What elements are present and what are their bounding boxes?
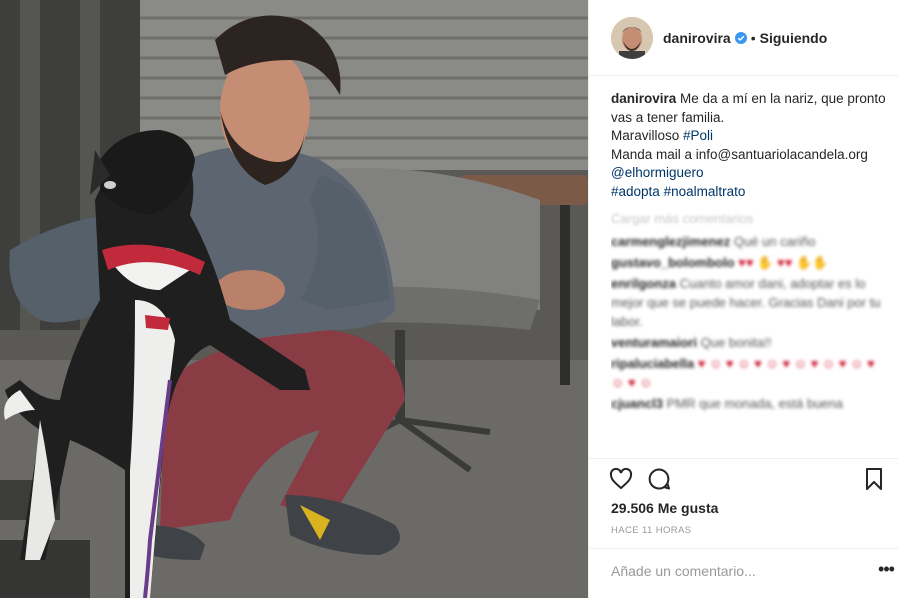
caption-line3: Manda mail a info@santuariolacandela.org xyxy=(611,146,868,162)
post-caption: danirovira Me da a mí en la nariz, que p… xyxy=(611,90,891,201)
caption-username[interactable]: danirovira xyxy=(611,91,676,106)
hashtag-adopta[interactable]: #adopta xyxy=(611,184,660,199)
post-side-panel: danirovira • Siguiendo danirovira Me da … xyxy=(588,0,898,598)
divider xyxy=(589,548,898,549)
avatar-image xyxy=(611,16,653,59)
heart-icon[interactable] xyxy=(609,467,633,491)
comment-icon[interactable] xyxy=(647,467,671,491)
bookmark-icon[interactable] xyxy=(862,467,886,491)
load-more-comments[interactable]: Cargar más comentarios xyxy=(611,211,891,226)
list-item: venturamaiori Que bonita!! xyxy=(611,335,772,350)
list-item: cjuancl3 PMR que monada, está buena xyxy=(611,396,843,411)
list-item: ripaluciabella ♥ ☺ ♥ ☺ ♥ ☺ ♥ ☺ ♥ ☺ ♥ ☺ ♥… xyxy=(611,356,875,390)
header-separator: • xyxy=(750,29,756,46)
header-username[interactable]: danirovira xyxy=(663,30,731,46)
post-header: danirovira • Siguiendo xyxy=(589,0,898,76)
blurred-comments: carmenglezjimenez Qué un cariño gustavo_… xyxy=(611,232,891,413)
post-actions xyxy=(609,466,886,492)
mention-link[interactable]: @elhormiguero xyxy=(611,165,704,180)
divider xyxy=(589,458,898,459)
post-timestamp[interactable]: HACE 11 HORAS xyxy=(611,525,692,536)
avatar[interactable] xyxy=(611,16,653,59)
comments-list[interactable]: danirovira Me da a mí en la nariz, que p… xyxy=(611,90,891,458)
list-item: enrilgonza Cuanto amor dani, adoptar es … xyxy=(611,276,881,329)
likes-count[interactable]: 29.506 Me gusta xyxy=(611,500,718,516)
comment-input[interactable] xyxy=(611,563,851,579)
post-photo[interactable] xyxy=(0,0,588,598)
list-item: carmenglezjimenez Qué un cariño xyxy=(611,234,816,249)
instagram-post: danirovira • Siguiendo danirovira Me da … xyxy=(0,0,898,598)
hashtag-poli[interactable]: #Poli xyxy=(683,128,713,143)
more-options-icon[interactable]: ••• xyxy=(874,560,898,582)
verified-badge-icon xyxy=(734,31,747,44)
follow-status-button[interactable]: Siguiendo xyxy=(760,30,828,46)
caption-line2: Maravilloso xyxy=(611,128,684,143)
list-item: gustavo_bolombolo ♥♥ ✋ ♥♥ ✋✋ xyxy=(611,255,829,270)
photo-illustration xyxy=(0,0,588,598)
hashtag-noalmaltrato[interactable]: #noalmaltrato xyxy=(664,184,746,199)
